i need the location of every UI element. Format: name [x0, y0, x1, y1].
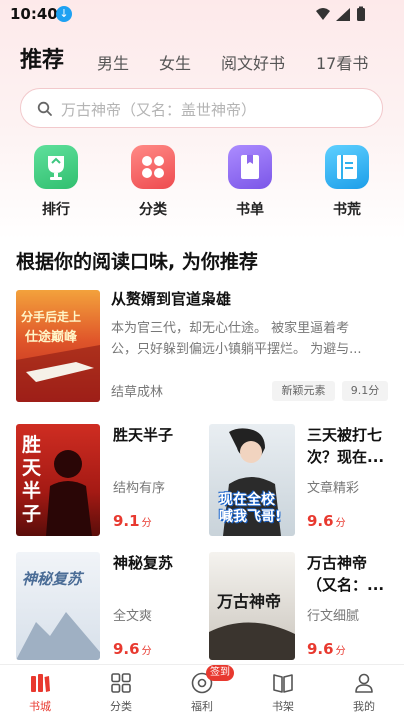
search-bar[interactable]: 万古神帝（又名：盖世神帝）: [20, 88, 383, 128]
book-tag: 行文细腻: [307, 609, 360, 624]
nav-label: 我的: [353, 700, 375, 713]
cover-text: 神秘复苏: [22, 570, 83, 588]
grid-icon: [131, 145, 175, 189]
bottom-navigation: 书城 分类 福利 书架 我的: [0, 664, 404, 718]
featured-book-desc-line: 公，只好躲到偏远小镇躺平摆烂。 为避与...: [111, 342, 362, 357]
nav-label: 书架: [272, 700, 294, 713]
book-tag: 全文爽: [113, 609, 153, 624]
section-title: 根据你的阅读口味, 为你推荐: [16, 251, 258, 273]
book-cover[interactable]: 万古神帝: [209, 552, 295, 660]
tab-male[interactable]: 男生: [97, 50, 129, 74]
featured-book-title[interactable]: 从赘婿到官道枭雄: [111, 288, 231, 310]
book-score: 9.6 分: [307, 640, 346, 658]
book-title[interactable]: （又名：...: [307, 574, 384, 596]
book-title[interactable]: 万古神帝: [307, 552, 367, 574]
book-score: 9.6 分: [113, 640, 152, 658]
search-icon: [37, 101, 52, 116]
category-tabs: 推荐 男生 女生 阅文好书 17看书: [0, 38, 404, 78]
book-title[interactable]: 三天被打七: [307, 424, 382, 446]
book-title[interactable]: 胜天半子: [113, 424, 173, 446]
book-cover[interactable]: 神秘复苏: [16, 552, 100, 660]
nav-label: 书城: [29, 700, 51, 713]
book-title[interactable]: 神秘复苏: [113, 552, 173, 574]
bookshelf-icon: [273, 674, 293, 693]
featured-book-pill: 新颖元素: [272, 381, 335, 401]
quick-link-booklist[interactable]: 书单: [218, 145, 282, 219]
book-title[interactable]: 次？现在...: [307, 446, 384, 468]
featured-book-cover[interactable]: 分手后走上 仕途巅峰: [16, 290, 100, 402]
nav-label: 分类: [110, 700, 132, 713]
book-cover[interactable]: 胜天半子: [16, 424, 100, 536]
search-placeholder: 万古神帝（又名：盖世神帝）: [61, 101, 257, 119]
nav-bookshelf[interactable]: 书架: [258, 671, 308, 714]
book-tag: 文章精彩: [307, 481, 360, 496]
book-score: 9.6 分: [307, 512, 346, 530]
featured-book-desc-line: 本为官三代，却无心仕途。 被家里逼着考: [111, 321, 350, 336]
nav-profile[interactable]: 我的: [339, 671, 389, 714]
cover-text: 胜天半子: [22, 434, 42, 525]
book-tag: 结构有序: [113, 481, 166, 496]
cover-text: 万古神帝: [217, 592, 282, 611]
quick-link-label: 排行: [42, 202, 70, 218]
featured-book-score-pill: 9.1分: [342, 381, 388, 401]
tab-female[interactable]: 女生: [159, 50, 191, 74]
tab-yuewen[interactable]: 阅文好书: [221, 50, 285, 74]
bookstore-icon: [31, 674, 50, 692]
quick-link-category[interactable]: 分类: [121, 145, 185, 219]
nav-category[interactable]: 分类: [96, 671, 146, 714]
cover-text: 分手后走上: [21, 310, 82, 324]
nav-label: 福利: [191, 700, 213, 713]
nav-bookstore[interactable]: 书城: [15, 671, 65, 714]
quick-link-shortage[interactable]: 书荒: [315, 145, 379, 219]
cover-text: 仕途巅峰: [25, 330, 78, 345]
status-bar: 10:40 ↓: [0, 0, 404, 28]
book-open-icon: [325, 145, 369, 189]
checkin-badge: 签到: [206, 665, 234, 681]
book-score: 9.1 分: [113, 512, 152, 530]
system-status-icons: [316, 6, 365, 21]
download-icon: ↓: [56, 6, 72, 22]
quick-link-label: 书单: [236, 202, 264, 218]
cover-text: 现在全校喊我飞哥!: [219, 492, 282, 525]
tab-recommend[interactable]: 推荐: [20, 42, 64, 74]
quick-link-label: 书荒: [333, 202, 361, 218]
quick-link-label: 分类: [139, 202, 167, 218]
quick-link-rank[interactable]: 排行: [24, 145, 88, 219]
status-time: 10:40: [10, 5, 58, 23]
book-cover[interactable]: 现在全校喊我飞哥!: [209, 424, 295, 536]
category-icon: [111, 673, 131, 693]
tab-17kan[interactable]: 17看书: [316, 50, 368, 74]
profile-icon: [355, 673, 373, 693]
featured-book-tag: 结草成林: [111, 385, 164, 400]
trophy-icon: [34, 145, 78, 189]
book-icon: [228, 145, 272, 189]
